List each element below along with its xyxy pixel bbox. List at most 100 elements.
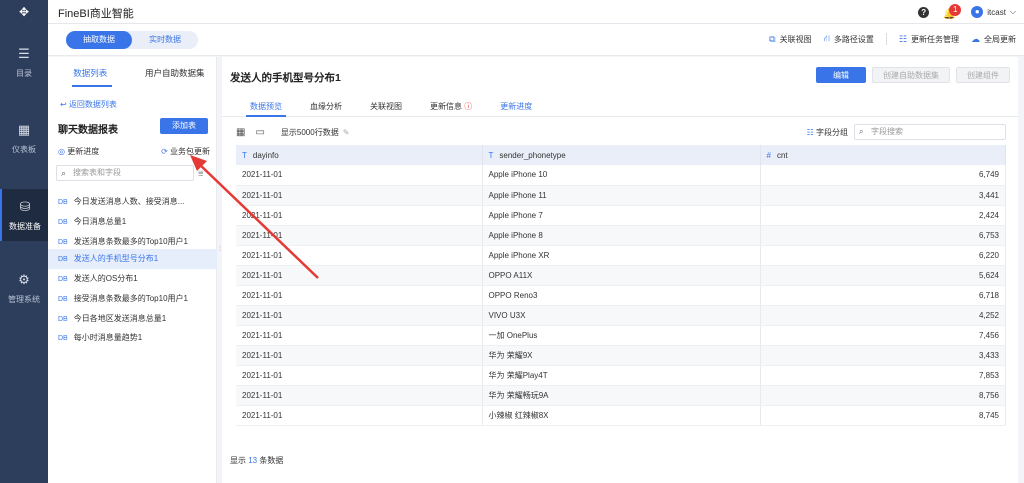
nav-label: 数据准备 [9, 221, 41, 231]
warning-icon: ⓘ [464, 102, 473, 111]
create-self-dataset-button[interactable]: 创建自助数据集 [872, 67, 950, 83]
list-item-label: 今日发送消息人数、接受消息... [73, 197, 185, 206]
list-item-label: 今日消息总量1 [73, 217, 127, 226]
tab-lineage[interactable]: 血缘分析 [296, 97, 356, 116]
table-search-input[interactable]: ⌕ 搜索表和字段 [56, 165, 194, 181]
detail-view-icon[interactable]: ▭ [255, 127, 264, 138]
list-item[interactable]: DB 发送人的OS分布1 [48, 269, 217, 289]
nav-item-catalog[interactable]: ☰ 目录 [0, 36, 48, 88]
filter-icon[interactable]: ⩸ [198, 168, 203, 179]
table-cell: 2021-11-01 [236, 345, 483, 366]
table-row[interactable]: 2021-11-01 Apple iPhone 8 6,753 [236, 225, 1006, 246]
logo-icon[interactable]: ✥ [0, 0, 48, 24]
table-row[interactable]: 2021-11-01 一加 OnePlus 7,456 [236, 325, 1006, 346]
list-item[interactable]: DB 每小时消息量趋势1 [48, 328, 217, 348]
multipath-label: 多路径设置 [833, 34, 874, 44]
field-search-input[interactable]: ⌕ 字段搜索 [854, 124, 1006, 140]
multipath-button[interactable]: ⛙ 多路径设置 [824, 33, 874, 45]
field-group-button[interactable]: ☷ 字段分组 [807, 127, 848, 138]
package-title: 聊天数据报表 [58, 125, 118, 136]
nav-item-dashboard[interactable]: ▦ 仪表板 [0, 112, 48, 164]
list-item[interactable]: DB 今日消息总量1 [48, 212, 217, 232]
preview-toolbar: ▦ ▭ 显示5000行数据 ✎ ☷ 字段分组 ⌕ 字段搜索 [236, 124, 1006, 140]
table-cell: 6,753 [760, 225, 1006, 246]
table-row[interactable]: 2021-11-01 VIVO U3X 4,252 [236, 305, 1006, 326]
table-row[interactable]: 2021-11-01 华为 荣耀9X 3,433 [236, 345, 1006, 366]
toolbar-right: ☷ 字段分组 ⌕ 字段搜索 [807, 124, 1006, 140]
table-row[interactable]: 2021-11-01 小辣椒 红辣椒8X 8,745 [236, 405, 1006, 426]
text-type-icon: T [242, 150, 247, 160]
text-type-icon: T [488, 150, 494, 160]
table-cell: 2021-11-01 [236, 305, 483, 326]
update-progress-label: 更新进度 [67, 147, 100, 156]
table-cell: Apple iPhone 10 [482, 165, 761, 186]
table-cell: 2021-11-01 [236, 365, 483, 386]
user-avatar-icon: ● [971, 6, 984, 18]
tab-update-progress[interactable]: 更新进度 [486, 97, 546, 116]
package-update-button[interactable]: ⟳ 业务包更新 [161, 146, 210, 157]
list-item[interactable]: DB 接受消息条数最多的Top10用户1 [48, 289, 217, 309]
extract-data-button[interactable]: 抽取数据 [66, 31, 132, 49]
tab-related-view[interactable]: 关联视图 [356, 97, 416, 116]
list-item-selected[interactable]: DB 发送人的手机型号分布1 [48, 249, 217, 269]
db-icon: DB [58, 256, 68, 263]
list-item-label: 发送人的手机型号分布1 [73, 254, 159, 263]
db-icon: DB [58, 296, 68, 303]
tab-preview[interactable]: 数据预览 [236, 97, 296, 117]
back-to-list-link[interactable]: ↩ 返回数据列表 [60, 99, 117, 110]
list-item[interactable]: DB 今日各地区发送消息总量1 [48, 309, 217, 329]
column-header[interactable]: Tdayinfo [236, 145, 483, 165]
data-list-panel: 数据列表 用户自助数据集 ↩ 返回数据列表 聊天数据报表 添加表 ◎ 更新进度 … [48, 57, 217, 483]
field-search-placeholder: 字段搜索 [871, 127, 903, 136]
create-component-button[interactable]: 创建组件 [956, 67, 1010, 83]
table-row[interactable]: 2021-11-01 Apple iPhone XR 6,220 [236, 245, 1006, 266]
table-cell: 6,718 [760, 285, 1006, 306]
table-cell: 6,220 [760, 245, 1006, 266]
help-icon[interactable]: ? [918, 6, 930, 18]
list-item[interactable]: DB 今日发送消息人数、接受消息... [48, 192, 217, 212]
table-row[interactable]: 2021-11-01 华为 荣耀Play4T 7,853 [236, 365, 1006, 386]
divider [885, 33, 887, 45]
column-header[interactable]: Tsender_phonetype [482, 145, 761, 165]
tab-update-info[interactable]: 更新信息 ⓘ [416, 97, 486, 116]
table-row[interactable]: 2021-11-01 Apple iPhone 11 3,441 [236, 185, 1006, 206]
realtime-data-button[interactable]: 实时数据 [132, 31, 198, 49]
table-cell: Apple iPhone 8 [482, 225, 761, 246]
nav-item-admin[interactable]: ⚙ 管理系统 [0, 262, 48, 314]
top-right-tools: ? 🔔 1 ● itcast ⌵ [918, 3, 1016, 21]
table-cell: 3,441 [760, 185, 1006, 206]
back-label: 返回数据列表 [68, 100, 117, 109]
update-progress-button[interactable]: ◎ 更新进度 [58, 146, 99, 157]
table-cell: 5,624 [760, 265, 1006, 286]
nav-item-data-prep[interactable]: ⛁ 数据准备 [0, 189, 48, 241]
user-menu[interactable]: ● itcast ⌵ [971, 6, 1016, 18]
menu-icon: ☰ [18, 45, 30, 61]
table-row[interactable]: 2021-11-01 Apple iPhone 7 2,424 [236, 205, 1006, 226]
table-cell: 小辣椒 红辣椒8X [482, 405, 761, 426]
table-cell: 2021-11-01 [236, 225, 483, 246]
tab-indicator [72, 85, 112, 87]
table-cell: 4,252 [760, 305, 1006, 326]
link-view-label: 关联视图 [779, 34, 812, 44]
notification-button[interactable]: 🔔 1 [943, 4, 962, 20]
rows-shown-label: 显示5000行数据 [280, 127, 339, 137]
edit-button[interactable]: 编辑 [816, 67, 866, 83]
grid-view-icon[interactable]: ▦ [236, 127, 245, 138]
task-manage-button[interactable]: ☷ 更新任务管理 [899, 34, 959, 45]
tab-self-service[interactable]: 用户自助数据集 [133, 57, 218, 89]
table-cell: 7,456 [760, 325, 1006, 346]
table-row[interactable]: 2021-11-01 Apple iPhone 10 6,749 [236, 165, 1006, 186]
top-bar: ✥ FineBI商业智能 ? 🔔 1 ● itcast ⌵ [0, 0, 1024, 24]
global-update-button[interactable]: ☁ 全局更新 [971, 34, 1016, 45]
table-row[interactable]: 2021-11-01 华为 荣耀畅玩9A 8,756 [236, 385, 1006, 406]
table-row[interactable]: 2021-11-01 OPPO Reno3 6,718 [236, 285, 1006, 306]
link-view-button[interactable]: ⧉ 关联视图 [769, 34, 811, 45]
column-header[interactable]: # cnt [760, 145, 1006, 165]
back-arrow-icon: ↩ [60, 100, 69, 109]
table-row[interactable]: 2021-11-01 OPPO A11X 5,624 [236, 265, 1006, 286]
table-cell: OPPO Reno3 [482, 285, 761, 306]
add-table-button[interactable]: 添加表 [160, 118, 208, 134]
task-icon: ☷ [898, 33, 907, 44]
edit-pencil-icon[interactable]: ✎ [343, 128, 350, 137]
table-cell: 2021-11-01 [236, 385, 483, 406]
